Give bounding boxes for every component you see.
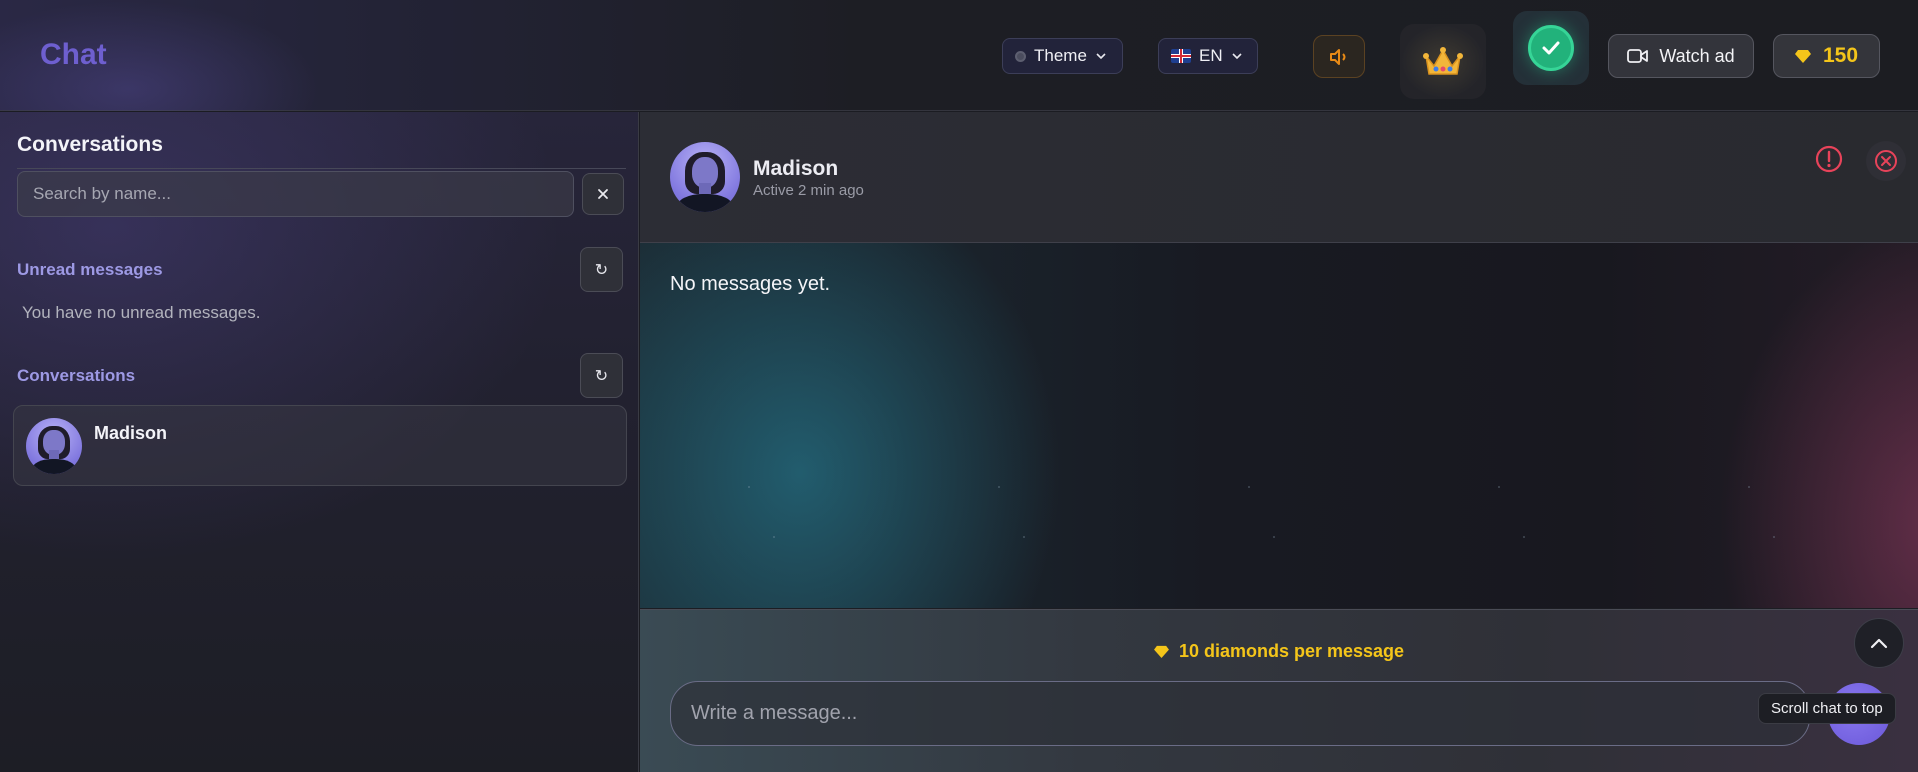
video-camera-icon (1627, 49, 1649, 63)
language-dropdown[interactable]: EN (1158, 38, 1258, 74)
unread-empty-text: You have no unread messages. (22, 303, 261, 322)
refresh-icon: ↻ (594, 261, 609, 279)
diamond-count: 150 (1822, 44, 1859, 67)
speaker-icon (1330, 48, 1346, 65)
crown-icon (1423, 46, 1463, 75)
refresh-conversations-button[interactable]: ↻ (580, 353, 623, 398)
background-dot (998, 486, 1000, 488)
background-dot (1273, 536, 1275, 538)
alert-icon (1815, 145, 1843, 173)
search-input[interactable] (17, 171, 574, 217)
conversations-section-label: Conversations (17, 366, 136, 385)
scroll-to-top-button[interactable] (1854, 618, 1904, 668)
chevron-down-icon (1096, 53, 1106, 60)
sidebar-divider (17, 168, 626, 169)
sidebar-heading: Conversations (17, 133, 163, 156)
diamond-balance-button[interactable]: 150 (1773, 34, 1880, 78)
scroll-tooltip: Scroll chat to top (1758, 693, 1896, 724)
clear-search-button[interactable] (582, 173, 624, 215)
background-dot (1523, 536, 1525, 538)
empty-messages-text: No messages yet. (670, 273, 831, 295)
top-bar: Chat Theme EN Watch ad 150 (0, 0, 1918, 111)
theme-dot-icon (1015, 50, 1026, 62)
refresh-icon: ↻ (594, 367, 609, 385)
sound-toggle-button[interactable] (1313, 35, 1365, 78)
message-composer: 10 diamonds per message Scroll chat to t… (640, 609, 1918, 772)
message-cost: 10 diamonds per message (640, 641, 1918, 662)
background-dot (1248, 486, 1250, 488)
report-button[interactable] (1812, 142, 1846, 176)
message-input[interactable] (670, 681, 1810, 746)
message-cost-text: 10 diamonds per message (1178, 641, 1405, 661)
contact-name: Madison (753, 157, 839, 180)
flag-uk-icon (1171, 49, 1191, 63)
chat-panel: Madison Active 2 min ago No messages yet… (640, 112, 1918, 772)
close-icon (598, 189, 608, 199)
language-label: EN (1199, 46, 1223, 65)
diamond-icon (1154, 645, 1169, 658)
background-dot (1023, 536, 1025, 538)
background-dot (1748, 486, 1750, 488)
chat-header: Madison Active 2 min ago (640, 112, 1918, 243)
premium-button[interactable] (1400, 24, 1486, 99)
theme-dropdown[interactable]: Theme (1002, 38, 1123, 74)
background-dot (1498, 486, 1500, 488)
verified-button[interactable] (1513, 11, 1589, 85)
diamond-icon (1794, 50, 1811, 63)
chevron-down-icon (1232, 53, 1242, 60)
watch-ad-label: Watch ad (1659, 45, 1735, 66)
conversation-name: Madison (94, 423, 168, 443)
check-icon (1528, 25, 1574, 71)
background-dot (1773, 536, 1775, 538)
close-circle-icon (1875, 150, 1897, 172)
conversations-sidebar: Conversations Unread messages ↻ You have… (0, 112, 639, 772)
background-dot (773, 536, 775, 538)
refresh-unread-button[interactable]: ↻ (580, 247, 623, 292)
app-title: Chat (40, 38, 107, 71)
theme-label: Theme (1034, 46, 1087, 65)
close-chat-button[interactable] (1866, 141, 1906, 181)
message-list: No messages yet. (640, 243, 1918, 608)
contact-status: Active 2 min ago (753, 182, 864, 199)
watch-ad-button[interactable]: Watch ad (1608, 34, 1754, 78)
chevron-up-icon (1870, 638, 1888, 649)
contact-avatar[interactable] (670, 142, 740, 212)
avatar (26, 418, 82, 474)
unread-section-label: Unread messages (17, 260, 163, 279)
conversation-item[interactable]: Madison (13, 405, 627, 486)
background-dot (748, 486, 750, 488)
